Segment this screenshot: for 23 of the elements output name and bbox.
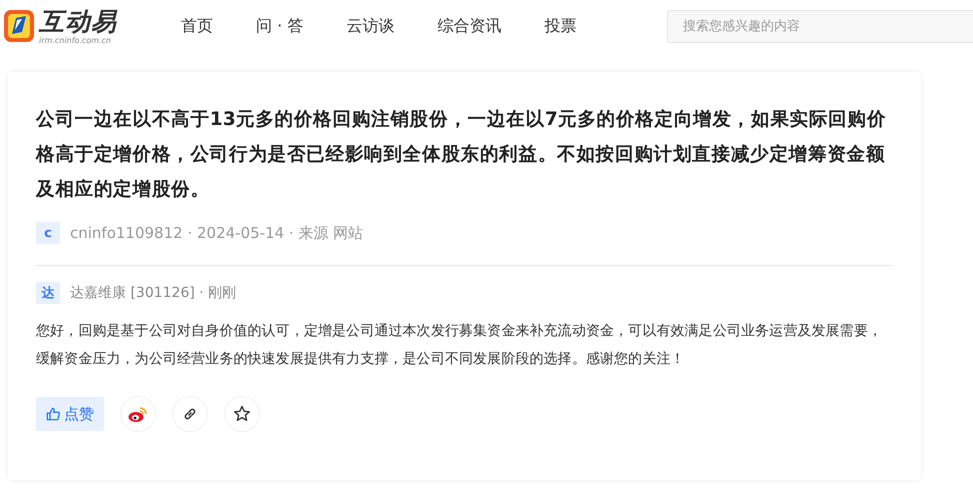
weibo-icon (128, 406, 148, 422)
star-icon (233, 405, 251, 423)
search-field[interactable]: 搜索您感兴趣的内容 (667, 10, 973, 42)
share-weibo-button[interactable] (120, 396, 156, 432)
question-meta: cninfo1109812 · 2024-05-14 · 来源 网站 (70, 224, 364, 242)
like-button[interactable]: 点赞 (36, 397, 104, 431)
question-text: 公司一边在以不高于13元多的价格回购注销股份，一边在以7元多的价格定向增发，如果实际回购价格高于定增价格，公司行为是否已经影响到全体股东的利益。不如按回购计划直接减少定增筹资金额及相应的定增股份。 (36, 108, 888, 202)
logo-url: irm.cninfo.com.cn (39, 36, 112, 44)
logo-text: 互动易 (39, 8, 117, 36)
thumbs-up-icon (46, 407, 60, 421)
nav-link[interactable]: 云访谈 (346, 16, 394, 36)
nav-link[interactable]: 问 · 答 (256, 16, 304, 36)
nav-link[interactable]: 首页 (181, 16, 213, 36)
logo-icon (3, 8, 35, 44)
user-avatar: c (36, 222, 60, 244)
answer-meta: 达嘉维康 [301126] · 刚刚 (70, 284, 236, 302)
answer-text: 您好，回购是基于公司对自身价值的认可，定增是公司通过本次发行募集资金来补充流动资金，可以有效满足公司业务运营及发展需要，缓解资金压力，为公司经营业务的快速发展提供有力支撑，是公司不同发展阶段的选择。感谢您的关注！ (36, 322, 883, 369)
link-icon (182, 406, 198, 422)
company-avatar: 达 (36, 282, 60, 304)
favorite-button[interactable] (224, 396, 260, 432)
nav-link[interactable]: 投票 (544, 16, 576, 36)
nav-link[interactable]: 综合资讯 (437, 16, 502, 36)
copy-link-button[interactable] (172, 396, 208, 432)
